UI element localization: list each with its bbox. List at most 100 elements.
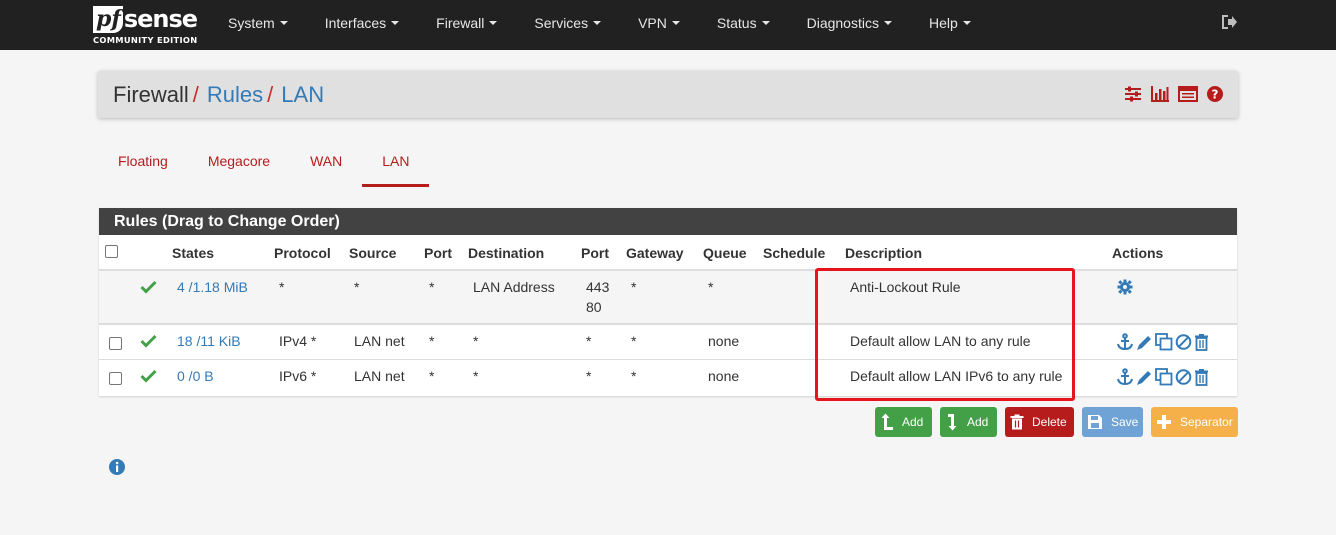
nav-services[interactable]: Services [516, 0, 620, 50]
bar-chart-icon[interactable] [1150, 85, 1170, 103]
select-all-checkbox[interactable] [105, 245, 118, 258]
rule-protocol: * [279, 279, 285, 295]
pfsense-logo[interactable]: pf sense COMMUNITY EDITION [93, 6, 203, 46]
table-row[interactable]: 0 /0 B IPv6 * LAN net * * * * none Defau… [99, 359, 1237, 396]
rule-dest-port: 80 [586, 299, 602, 315]
rule-states-link[interactable]: 0 /0 B [177, 368, 214, 384]
rule-source: LAN net [354, 333, 405, 349]
rule-gateway: * [631, 333, 637, 349]
rule-source-port: * [429, 279, 435, 295]
level-up-icon [881, 413, 893, 430]
trash-icon[interactable] [1194, 333, 1209, 356]
question-circle-icon[interactable]: ? [1206, 85, 1224, 103]
copy-icon[interactable] [1155, 368, 1173, 391]
rule-gateway: * [631, 368, 637, 384]
tab-wan[interactable]: WAN [290, 140, 362, 187]
breadcrumb-separator: / [192, 82, 199, 107]
pencil-icon[interactable] [1136, 333, 1153, 356]
info-circle-icon[interactable] [108, 458, 126, 476]
rule-protocol: IPv6 * [279, 368, 317, 384]
col-protocol[interactable]: Protocol [274, 245, 331, 261]
rule-description: Default allow LAN to any rule [850, 333, 1031, 349]
add-rule-bottom-button[interactable]: Add [940, 407, 997, 437]
caret-down-icon [391, 21, 400, 26]
rule-dest-port: * [586, 368, 592, 384]
nav-label: Diagnostics [806, 15, 879, 31]
col-destination[interactable]: Destination [468, 245, 544, 261]
button-label: Delete [1032, 415, 1067, 429]
breadcrumb-separator: / [267, 82, 274, 107]
floppy-disk-icon [1088, 415, 1102, 429]
nav-diagnostics[interactable]: Diagnostics [789, 0, 911, 50]
breadcrumb-lan-link[interactable]: LAN [281, 82, 324, 107]
ban-icon[interactable] [1175, 368, 1192, 391]
sliders-icon[interactable] [1124, 85, 1142, 103]
row-checkbox[interactable] [109, 372, 122, 385]
save-button[interactable]: Save [1082, 407, 1143, 437]
tab-megacore[interactable]: Megacore [188, 140, 290, 187]
rule-queue: * [708, 279, 714, 295]
nav-status[interactable]: Status [699, 0, 789, 50]
col-description[interactable]: Description [845, 245, 922, 261]
nav-firewall[interactable]: Firewall [418, 0, 516, 50]
table-row[interactable]: 4 /1.18 MiB * * * LAN Address 443 80 * *… [99, 269, 1237, 323]
breadcrumb-panel: Firewall / Rules / LAN ? [98, 71, 1238, 118]
col-port[interactable]: Port [424, 245, 452, 261]
nav-vpn[interactable]: VPN [620, 0, 699, 50]
nav-label: VPN [638, 15, 667, 31]
table-icon[interactable] [1178, 85, 1198, 103]
rule-dest-port: * [586, 333, 592, 349]
trash-icon[interactable] [1194, 368, 1209, 391]
rule-states-link[interactable]: 4 /1.18 MiB [177, 279, 248, 295]
col-queue[interactable]: Queue [703, 245, 747, 261]
level-down-icon [948, 414, 957, 431]
col-source[interactable]: Source [349, 245, 396, 261]
pencil-icon[interactable] [1136, 368, 1153, 391]
nav-system[interactable]: System [210, 0, 307, 50]
copy-icon[interactable] [1155, 333, 1173, 356]
col-dest-port[interactable]: Port [581, 245, 609, 261]
logo-wordmark: pf sense [93, 5, 198, 34]
anchor-icon[interactable] [1116, 368, 1134, 391]
logo-sense: sense [123, 5, 198, 33]
nav-label: Interfaces [324, 15, 387, 31]
tab-floating[interactable]: Floating [98, 140, 188, 187]
main-menu: System Interfaces Firewall Services VPN … [210, 0, 990, 50]
rules-panel: Rules (Drag to Change Order) States Prot… [99, 208, 1237, 396]
rules-panel-title: Rules (Drag to Change Order) [99, 208, 1237, 235]
table-row[interactable]: 18 /11 KiB IPv4 * LAN net * * * * none D… [99, 323, 1237, 359]
ban-icon[interactable] [1175, 333, 1192, 356]
delete-button[interactable]: Delete [1005, 407, 1074, 437]
nav-label: Firewall [436, 15, 485, 31]
rule-actions [1116, 333, 1209, 356]
interface-tabs: Floating Megacore WAN LAN [98, 140, 430, 187]
sign-out-icon[interactable] [1220, 13, 1238, 31]
col-schedule[interactable]: Schedule [763, 245, 825, 261]
svg-text:?: ? [1212, 88, 1219, 102]
col-states[interactable]: States [172, 245, 214, 261]
button-label: Save [1111, 415, 1139, 429]
tab-lan[interactable]: LAN [362, 140, 430, 187]
col-gateway[interactable]: Gateway [626, 245, 684, 261]
gear-icon[interactable] [1117, 279, 1133, 295]
col-actions: Actions [1112, 245, 1164, 261]
rule-source: * [354, 279, 360, 295]
check-icon [140, 369, 157, 383]
add-rule-top-button[interactable]: Add [875, 407, 932, 437]
rule-queue: none [708, 368, 740, 384]
anchor-icon[interactable] [1116, 333, 1134, 356]
caret-down-icon [593, 21, 602, 26]
breadcrumb-rules-link[interactable]: Rules [207, 82, 263, 107]
nav-help[interactable]: Help [911, 0, 990, 50]
top-navbar: pf sense COMMUNITY EDITION System Interf… [0, 0, 1336, 50]
rule-description: Default allow LAN IPv6 to any rule [850, 368, 1063, 384]
rule-states-link[interactable]: 18 /11 KiB [177, 333, 241, 349]
button-label: Separator [1180, 415, 1233, 429]
nav-interfaces[interactable]: Interfaces [307, 0, 418, 50]
button-label: Add [902, 415, 924, 429]
nav-label: Services [534, 15, 589, 31]
row-checkbox[interactable] [109, 337, 122, 350]
add-separator-button[interactable]: Separator [1151, 407, 1238, 437]
caret-down-icon [489, 21, 498, 26]
rule-dest-port: 443 [586, 279, 610, 295]
